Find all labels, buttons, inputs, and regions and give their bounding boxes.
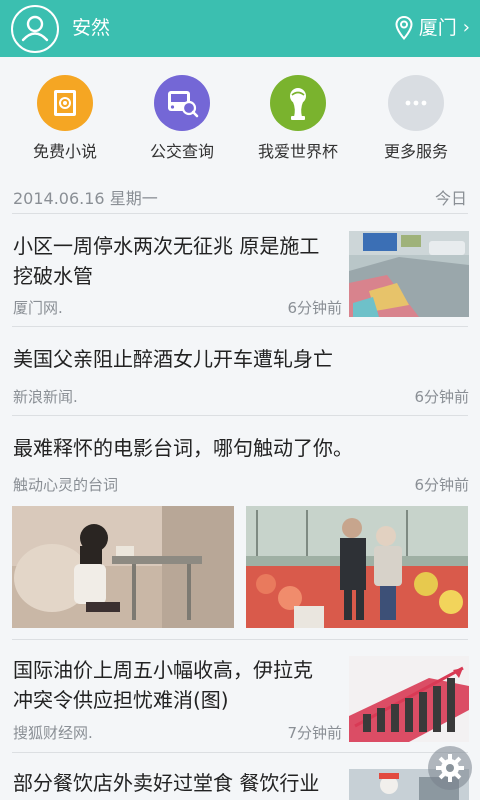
service-label: 公交查询 <box>149 142 214 161</box>
service-shortcuts: 免费小说 公交查询 我爱世界杯 更多服务 <box>0 57 480 175</box>
news-time: 6分钟前 <box>287 299 342 317</box>
location-selector[interactable]: 厦门 › <box>395 15 470 41</box>
avatar[interactable] <box>11 5 59 53</box>
news-title-line: 国际油价上周五小幅收高，伊拉克 <box>13 658 313 682</box>
news-title: 小区一周停水两次无征兆 原是施工 挖破水管 <box>13 231 343 291</box>
service-label: 免费小说 <box>32 142 97 161</box>
news-feed: 小区一周停水两次无征兆 原是施工 挖破水管 厦门网. 6分钟前 美国父亲阻止醉酒… <box>0 215 480 800</box>
book-icon <box>37 75 93 131</box>
news-thumbnail <box>349 656 469 742</box>
location-pin-icon <box>395 16 413 40</box>
news-title-line: 挖破水管 <box>13 264 93 288</box>
news-source: 厦门网. <box>13 299 63 317</box>
chevron-right-icon: › <box>462 17 470 38</box>
news-title: 美国父亲阻止醉酒女儿开车遭轧身亡 <box>13 347 333 371</box>
service-bus-query[interactable]: 公交查询 <box>122 75 242 162</box>
date-bar: 2014.06.16 星期一 今日 <box>0 175 480 215</box>
divider <box>12 752 468 753</box>
news-source: 搜狐财经网. <box>13 724 93 742</box>
news-title: 部分餐饮店外卖好过堂食 餐饮行业 <box>13 771 320 795</box>
news-title: 最难释怀的电影台词，哪句触动了你。 <box>13 436 353 460</box>
more-dots-icon <box>388 75 444 131</box>
news-title-line: 小区一周停水两次无征兆 原是施工 <box>13 234 320 258</box>
news-time: 6分钟前 <box>414 476 469 494</box>
service-label: 更多服务 <box>383 142 448 161</box>
news-time: 7分钟前 <box>287 724 342 742</box>
divider <box>12 326 468 327</box>
service-label: 我爱世界杯 <box>257 142 338 161</box>
news-image <box>12 506 234 628</box>
news-thumbnail <box>349 231 469 317</box>
world-cup-icon <box>270 75 326 131</box>
user-icon <box>21 15 49 42</box>
date-label: 2014.06.16 星期一 <box>13 189 158 208</box>
divider <box>12 639 468 640</box>
username[interactable]: 安然 <box>72 16 110 40</box>
news-source: 新浪新闻. <box>13 388 78 406</box>
settings-button[interactable] <box>428 746 472 790</box>
city-label: 厦门 <box>418 17 457 39</box>
divider <box>12 213 468 214</box>
news-image <box>246 506 468 628</box>
news-time: 6分钟前 <box>414 388 469 406</box>
gear-icon <box>436 754 464 782</box>
news-source: 触动心灵的台词 <box>13 476 119 494</box>
news-title-line: 冲突令供应担忧难消(图) <box>13 688 229 712</box>
divider <box>12 415 468 416</box>
news-title: 国际油价上周五小幅收高，伊拉克 冲突令供应担忧难消(图) <box>13 655 349 715</box>
top-bar: 安然 厦门 › <box>0 0 480 57</box>
today-label: 今日 <box>434 189 467 208</box>
service-more[interactable]: 更多服务 <box>356 75 476 162</box>
bus-search-icon <box>154 75 210 131</box>
service-free-novel[interactable]: 免费小说 <box>5 75 125 162</box>
service-world-cup[interactable]: 我爱世界杯 <box>238 75 358 162</box>
